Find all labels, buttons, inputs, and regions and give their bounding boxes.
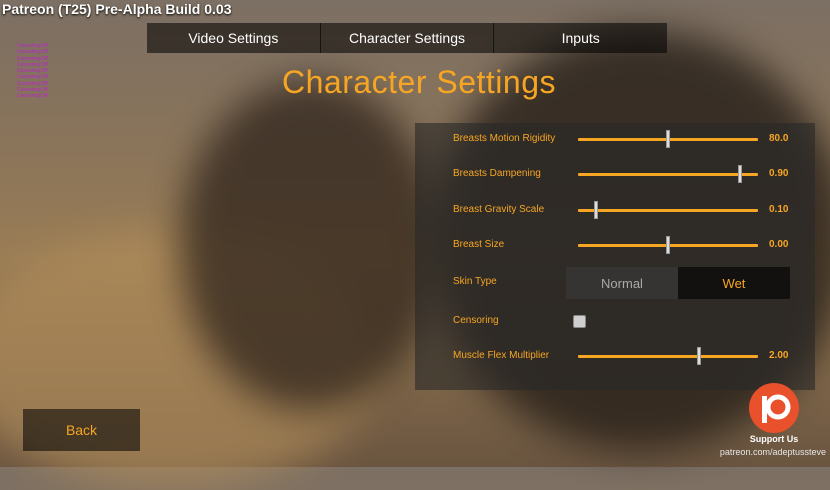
background-figure bbox=[180, 80, 440, 410]
breasts-motion-rigidity-value: 80.0 bbox=[769, 133, 789, 144]
slider-thumb[interactable] bbox=[696, 347, 701, 365]
patreon-p-icon bbox=[762, 394, 791, 423]
build-title: Patreon (T25) Pre-Alpha Build 0.03 bbox=[2, 1, 232, 17]
debug-line: Censoring:Off bbox=[17, 49, 48, 56]
breasts-dampening-label: Breasts Dampening bbox=[453, 168, 541, 179]
support-us-label: Support Us bbox=[749, 434, 799, 444]
slider-thumb[interactable] bbox=[738, 165, 742, 183]
skin-type-label: Skin Type bbox=[453, 276, 497, 287]
breast-size-value: 0.00 bbox=[769, 239, 789, 250]
skin-type-wet-option[interactable]: Wet bbox=[678, 267, 790, 299]
skin-type-normal-option[interactable]: Normal bbox=[566, 267, 678, 299]
slider-thumb[interactable] bbox=[666, 236, 670, 254]
debug-line: Censoring:Off bbox=[17, 55, 48, 62]
breast-gravity-scale-slider[interactable] bbox=[578, 201, 758, 219]
breast-gravity-scale-label: Breast Gravity Scale bbox=[453, 204, 545, 215]
settings-tabs: Video Settings Character Settings Inputs bbox=[147, 23, 668, 53]
patreon-url[interactable]: patreon.com/adeptussteve bbox=[720, 447, 826, 457]
page-title: Character Settings bbox=[281, 64, 556, 100]
slider-thumb[interactable] bbox=[666, 130, 670, 148]
breasts-dampening-value: 0.90 bbox=[769, 168, 789, 179]
breasts-motion-rigidity-slider[interactable] bbox=[578, 130, 758, 148]
tab-video-settings[interactable]: Video Settings bbox=[147, 23, 321, 53]
muscle-flex-multiplier-slider[interactable] bbox=[578, 347, 758, 365]
tab-character-settings[interactable]: Character Settings bbox=[320, 23, 495, 53]
censoring-label: Censoring bbox=[453, 315, 499, 326]
back-button[interactable]: Back bbox=[23, 409, 140, 451]
muscle-flex-multiplier-value: 2.00 bbox=[769, 350, 789, 361]
breast-size-label: Breast Size bbox=[453, 239, 505, 250]
tab-inputs[interactable]: Inputs bbox=[494, 23, 668, 53]
slider-thumb[interactable] bbox=[594, 201, 598, 219]
breast-gravity-scale-value: 0.10 bbox=[769, 204, 789, 215]
breast-size-slider[interactable] bbox=[578, 236, 758, 254]
muscle-flex-multiplier-label: Muscle Flex Multiplier bbox=[453, 350, 550, 361]
censoring-checkbox[interactable] bbox=[573, 315, 586, 328]
breasts-dampening-slider[interactable] bbox=[578, 165, 758, 183]
breasts-motion-rigidity-label: Breasts Motion Rigidity bbox=[453, 133, 556, 144]
patreon-logo-icon[interactable] bbox=[749, 383, 799, 433]
